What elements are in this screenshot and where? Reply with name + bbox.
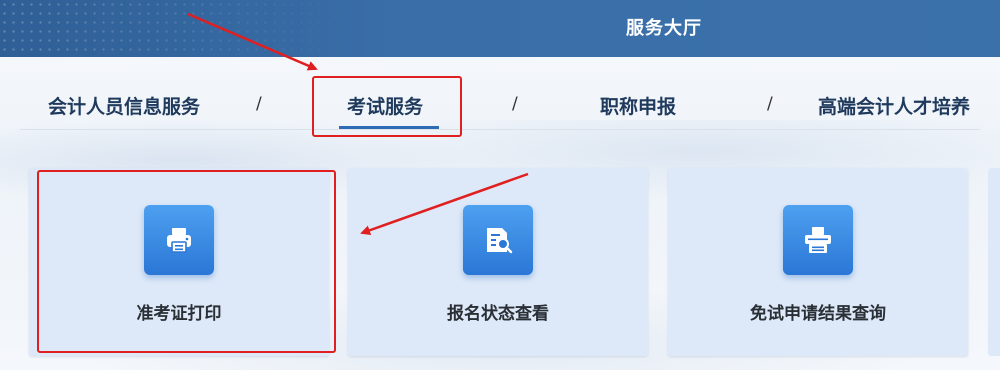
- card-exemption-result-query[interactable]: 免试申请结果查询: [668, 168, 968, 356]
- tab-accountant-info-service[interactable]: 会计人员信息服务: [48, 92, 200, 119]
- header-dot-pattern: [0, 0, 360, 57]
- printer-icon: [144, 205, 214, 275]
- card-label: 免试申请结果查询: [750, 304, 886, 324]
- card-label: 准考证打印: [136, 304, 222, 324]
- tab-exam-service[interactable]: 考试服务: [347, 92, 423, 119]
- nav-divider: [20, 129, 980, 130]
- tab-separator: /: [512, 94, 518, 114]
- card-partial-edge: [988, 168, 1000, 356]
- tab-separator: /: [256, 94, 262, 114]
- card-label: 报名状态查看: [447, 304, 549, 324]
- print-queue-icon: [783, 205, 853, 275]
- card-registration-status[interactable]: 报名状态查看: [348, 168, 648, 356]
- tab-senior-accountant-training[interactable]: 高端会计人才培养: [818, 92, 970, 119]
- page-title: 服务大厅: [626, 18, 702, 39]
- active-tab-indicator: [339, 126, 439, 129]
- tab-separator: /: [767, 94, 773, 114]
- card-admission-ticket-print[interactable]: 准考证打印: [29, 168, 329, 356]
- page-header: 服务大厅: [0, 0, 1000, 57]
- tab-title-declaration[interactable]: 职称申报: [600, 92, 676, 119]
- document-search-icon: [463, 205, 533, 275]
